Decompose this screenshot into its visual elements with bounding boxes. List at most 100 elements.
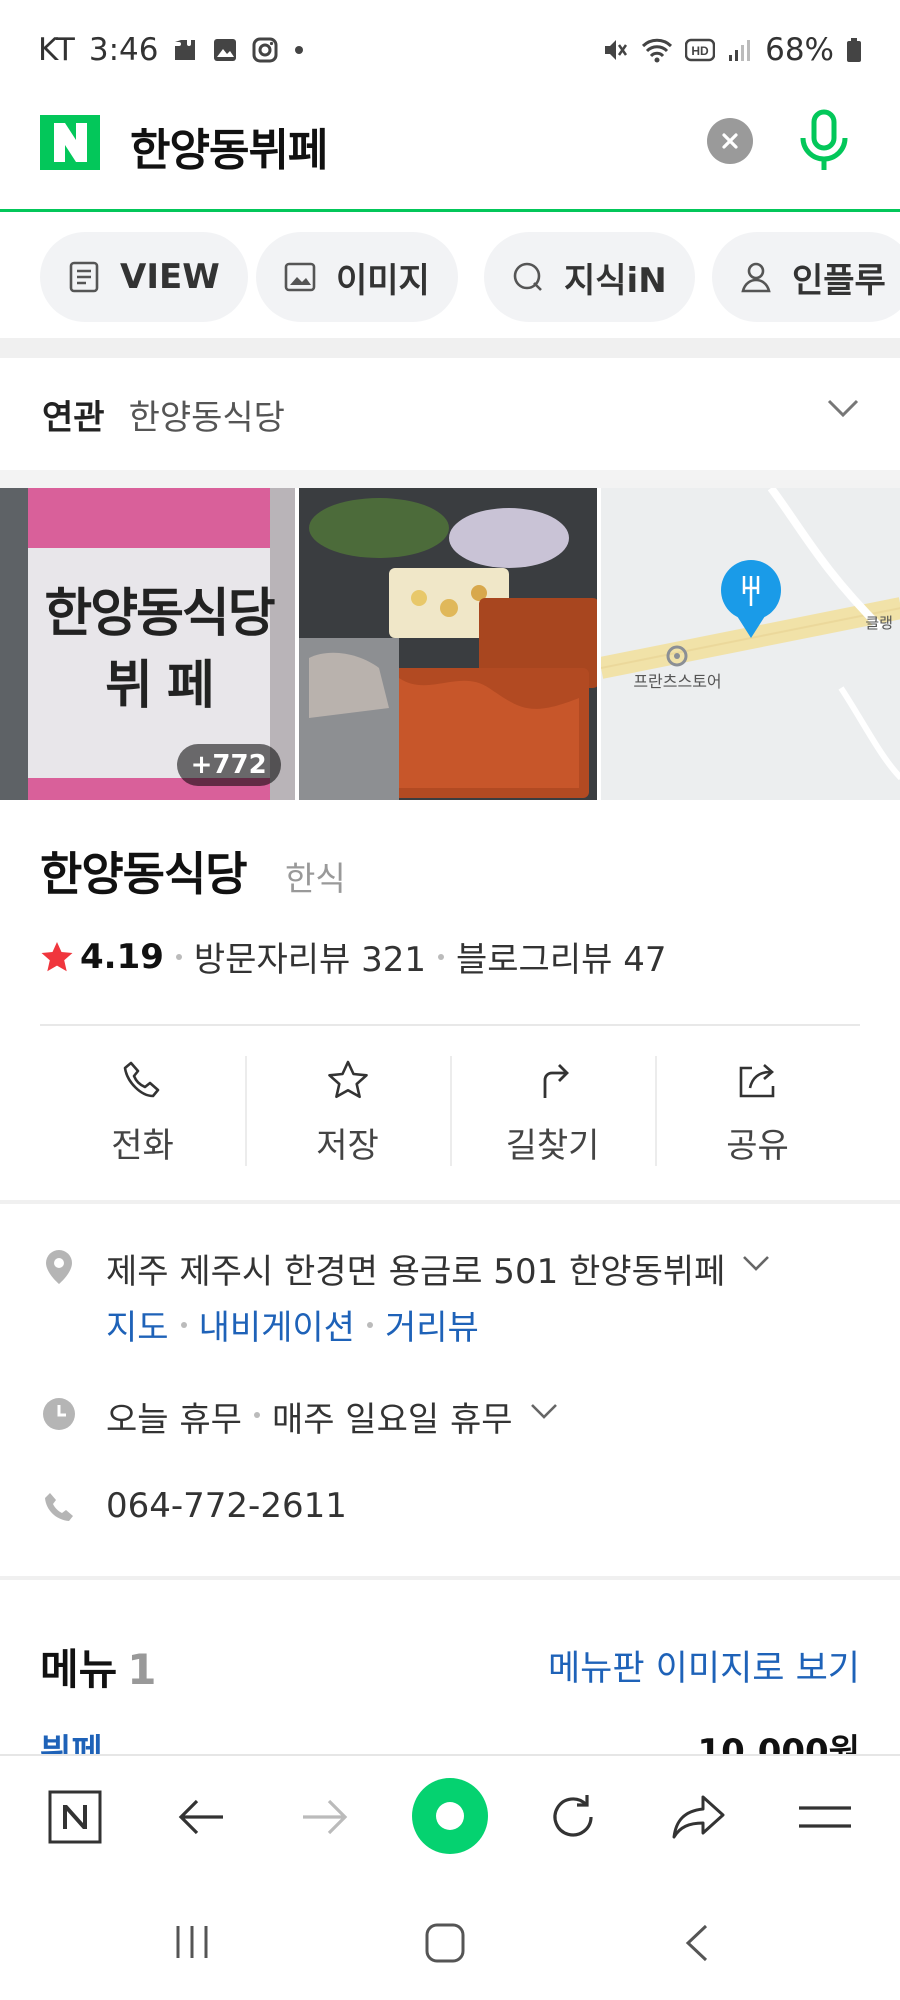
phone-number[interactable]: 064-772-2611 (106, 1486, 347, 1526)
tab-influencer[interactable]: 인플루 (712, 232, 900, 322)
svg-text:HD: HD (691, 44, 709, 58)
buffet-food-photo[interactable] (298, 488, 598, 800)
menu-item[interactable]: 뷔페 10,000원 (40, 1734, 860, 1754)
search-input[interactable]: 한양동뷔페 (130, 114, 328, 178)
place-actions: 전화 저장 길찾기 공유 (40, 1050, 860, 1170)
section-divider (0, 1200, 900, 1204)
wifi-icon (641, 36, 673, 64)
chevron-down-icon[interactable] (741, 1254, 771, 1274)
call-label: 전화 (111, 1126, 174, 1166)
menu-icon (799, 1806, 851, 1828)
save-button[interactable]: 저장 (245, 1050, 450, 1170)
naver-logo-icon[interactable] (40, 115, 100, 170)
phone-icon (45, 1493, 73, 1521)
related-keyword[interactable]: 한양동식당 (129, 390, 285, 439)
clear-search-button[interactable] (707, 118, 753, 164)
tab-view[interactable]: VIEW (40, 232, 248, 322)
carrier-label: KT (38, 32, 75, 68)
rating-row: 4.19 방문자리뷰 321 블로그리뷰 47 (40, 932, 666, 981)
related-label: 연관 (42, 397, 105, 438)
image-icon (284, 262, 316, 292)
related-search-row[interactable]: 연관 한양동식당 (0, 358, 900, 470)
search-header: 한양동뷔페 (0, 100, 900, 212)
share-button[interactable]: 공유 (655, 1050, 860, 1170)
document-icon (69, 261, 99, 293)
directions-button[interactable]: 길찾기 (450, 1050, 655, 1170)
menu-item-price: 10,000원 (697, 1734, 860, 1754)
map-link[interactable]: 지도 (106, 1300, 169, 1349)
rating-score: 4.19 (80, 936, 164, 977)
menu-button[interactable] (790, 1782, 860, 1852)
divider (40, 1024, 860, 1026)
menu-image-link[interactable]: 메뉴판 이미지로 보기 (548, 1640, 860, 1691)
close-icon (722, 133, 738, 149)
puzzle-icon (172, 37, 198, 63)
save-label: 저장 (316, 1126, 379, 1166)
back-button[interactable] (166, 1782, 236, 1852)
share-label: 공유 (726, 1126, 789, 1166)
hours-detail: 매주 일요일 휴무 (271, 1400, 513, 1440)
separator-dot (438, 953, 444, 960)
person-icon (741, 262, 771, 293)
menu-count: 1 (127, 1645, 157, 1694)
battery-label: 68% (765, 32, 834, 68)
chevron-down-icon[interactable] (529, 1402, 559, 1422)
phone-icon (123, 1061, 159, 1098)
section-divider (0, 1576, 900, 1580)
recent-apps-button[interactable] (172, 1922, 212, 1966)
dot-icon (292, 43, 306, 57)
forward-button[interactable] (290, 1782, 360, 1852)
signal-icon (727, 37, 753, 63)
green-dot-icon (436, 1802, 464, 1830)
tab-label: 이미지 (336, 260, 430, 301)
tab-image[interactable]: 이미지 (256, 232, 458, 322)
share-page-button[interactable] (664, 1782, 734, 1852)
map-label: 프란츠스토어 (633, 672, 722, 691)
system-back-button[interactable] (682, 1922, 712, 1968)
back-icon (178, 1799, 223, 1835)
directions-label: 길찾기 (505, 1126, 600, 1166)
visitor-reviews-link[interactable]: 방문자리뷰 321 (194, 932, 426, 981)
tab-label: VIEW (120, 257, 220, 297)
menu-title: 메뉴 (40, 1645, 118, 1694)
naver-home-button[interactable] (40, 1782, 110, 1852)
map-links: 지도 내비게이션 거리뷰 (106, 1300, 479, 1349)
blog-reviews-link[interactable]: 블로그리뷰 47 (456, 932, 666, 981)
storefront-sign-photo[interactable]: 한양동식당 뷔 페 +772 (0, 488, 295, 800)
phone-row[interactable]: 064-772-2611 (40, 1486, 347, 1526)
separator-dot (180, 1321, 187, 1328)
address-row[interactable]: 제주 제주시 한경면 용금로 501 한양동뷔페 (40, 1244, 771, 1293)
microphone-icon (800, 109, 848, 170)
place-image-gallery: 한양동식당 뷔 페 +772 프란츠스토어 클랭 (0, 488, 900, 800)
refresh-button[interactable] (538, 1782, 608, 1852)
star-icon (41, 941, 73, 971)
home-button[interactable] (424, 1922, 466, 1968)
more-photos-badge[interactable]: +772 (176, 744, 281, 786)
menu-item-name: 뷔페 (40, 1734, 103, 1754)
mute-icon (601, 36, 629, 64)
status-bar: KT 3:46 HD 68% (0, 0, 900, 100)
address-text: 제주 제주시 한경면 용금로 501 한양동뷔페 (106, 1252, 726, 1292)
hours-row[interactable]: 오늘 휴무 매주 일요일 휴무 (40, 1392, 559, 1441)
separator-dot (175, 953, 182, 960)
call-button[interactable]: 전화 (40, 1050, 245, 1170)
section-divider (0, 470, 900, 488)
voice-search-button[interactable] (796, 108, 852, 174)
back-icon (685, 1924, 708, 1962)
star-outline-icon (327, 1060, 368, 1099)
directions-icon (543, 1064, 569, 1098)
search-tabs: VIEW 이미지 지식iN 인플루 (0, 212, 900, 338)
tab-kin[interactable]: 지식iN (484, 232, 695, 322)
naver-home-icon (48, 1790, 102, 1844)
green-dot-button[interactable] (412, 1778, 488, 1854)
refresh-icon (553, 1795, 593, 1837)
navigation-link[interactable]: 내비게이션 (199, 1300, 355, 1349)
gallery-icon (212, 37, 238, 63)
map-thumbnail[interactable]: 프란츠스토어 클랭 (601, 488, 900, 800)
chevron-down-icon[interactable] (826, 398, 860, 418)
map-label-right: 클랭 (865, 614, 893, 632)
recent-apps-icon (176, 1926, 208, 1958)
streetview-link[interactable]: 거리뷰 (385, 1300, 479, 1349)
browser-toolbar (0, 1754, 900, 1880)
place-name[interactable]: 한양동식당 (40, 838, 248, 904)
